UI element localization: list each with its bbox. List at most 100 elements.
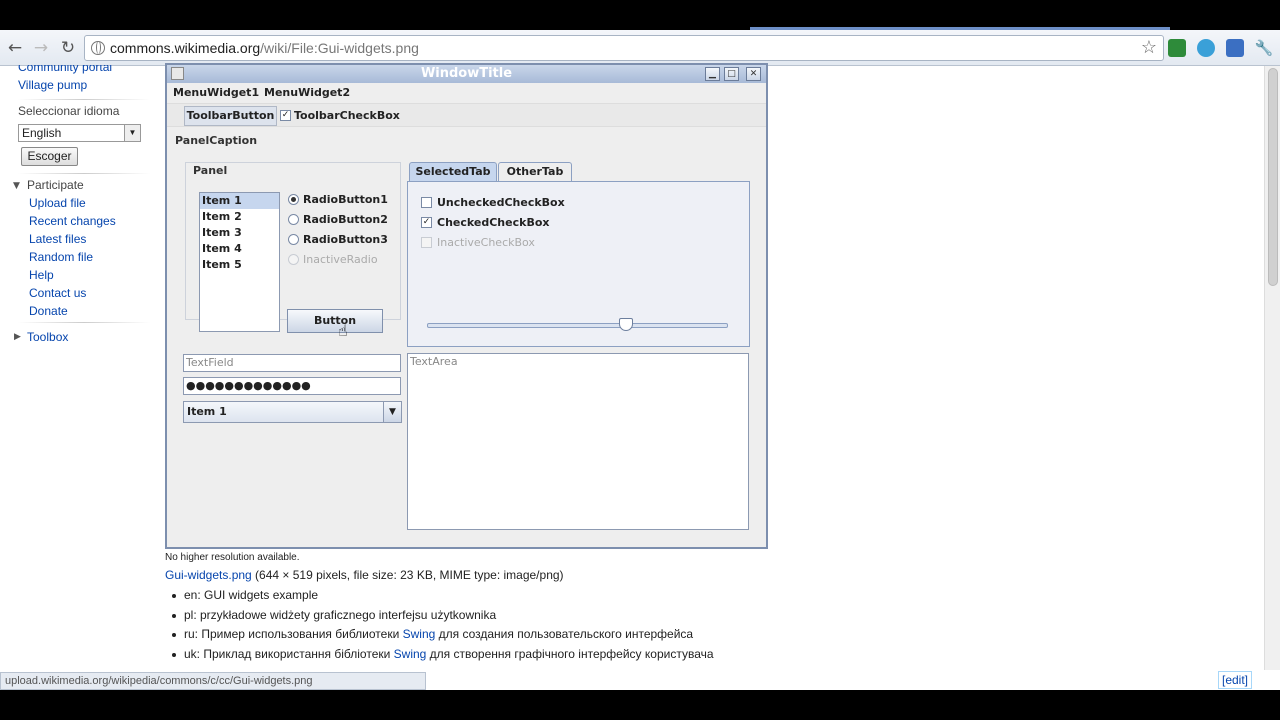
file-link[interactable]: Gui-widgets.png (165, 568, 252, 582)
swing-link[interactable]: Swing (403, 627, 436, 641)
escoger-button[interactable]: Escoger (21, 147, 78, 166)
scrollbar-thumb[interactable] (1268, 68, 1278, 286)
sidebar-link-random-file[interactable]: Random file (29, 250, 93, 264)
sidebar-divider (18, 173, 150, 174)
participate-heading[interactable]: Participate (27, 178, 84, 192)
toolbar-button: ToolbarButton (184, 106, 277, 126)
sidebar-link-latest-files[interactable]: Latest files (29, 232, 86, 246)
bottom-black-bar (0, 690, 1280, 720)
reload-icon[interactable]: ↻ (58, 38, 78, 58)
url-path: /wiki/File:Gui-widgets.png (260, 40, 419, 56)
edit-link[interactable]: [edit] (1218, 671, 1253, 689)
url-text[interactable]: commons.wikimedia.org/wiki/File:Gui-widg… (110, 40, 419, 56)
checkmark-icon: ✓ (421, 217, 432, 228)
panel-label: Panel (191, 164, 230, 177)
description-text: pl: przykładowe widżety graficznego inte… (184, 607, 497, 622)
description-text: ru: Пример использования библиотеки (184, 627, 403, 641)
hand-cursor-icon: ☝ (338, 321, 348, 340)
address-bar[interactable]: commons.wikimedia.org/wiki/File:Gui-widg… (84, 35, 1164, 61)
radio-label-1: RadioButton1 (303, 193, 388, 206)
back-arrow-icon[interactable]: ← (5, 38, 25, 58)
radio-label-2: RadioButton2 (303, 213, 388, 226)
combo-value: Item 1 (187, 405, 227, 418)
sidebar: Community portal Village pump Selecciona… (0, 65, 160, 670)
description-text: en: GUI widgets example (184, 588, 319, 602)
checkbox-disabled-icon (421, 237, 432, 248)
description-text: uk: Приклад використання бібліотеки (184, 646, 394, 661)
java-window-screenshot: WindowTitle ▁ □ ✕ MenuWidget1 MenuWidget… (165, 63, 768, 549)
description-text: для створення графічного інтерфейсу кори… (426, 646, 714, 661)
list-item: Item 4 (202, 242, 242, 255)
checkbox-label-unchecked: UncheckedCheckBox (437, 196, 565, 209)
panel-caption: PanelCaption (175, 134, 258, 147)
status-bar: upload.wikimedia.org/wikipedia/commons/c… (0, 672, 426, 690)
extension-green-icon[interactable] (1168, 39, 1186, 57)
swing-link[interactable]: Swing (394, 647, 427, 661)
window-title: WindowTitle (420, 66, 513, 81)
radio-label-inactive: InactiveRadio (303, 253, 378, 266)
radio-icon (288, 234, 299, 245)
java-button: Button (287, 309, 383, 333)
slider-track (427, 323, 728, 328)
url-host: commons.wikimedia.org (110, 40, 261, 56)
password-field: ●●●●●●●●●●●●● (183, 377, 401, 395)
sidebar-link-upload-file[interactable]: Upload file (29, 196, 86, 210)
tab-other: OtherTab (498, 162, 572, 181)
globe-icon (91, 41, 105, 55)
tab-selected: SelectedTab (409, 162, 497, 181)
file-details: (644 × 519 pixels, file size: 23 KB, MIM… (251, 568, 564, 582)
close-icon: ✕ (746, 67, 761, 81)
extension-blue-icon[interactable] (1226, 39, 1244, 57)
radio-label-3: RadioButton3 (303, 233, 388, 246)
sidebar-divider (18, 322, 150, 323)
minimize-icon: ▁ (705, 67, 720, 81)
radio-selected-icon (288, 194, 299, 205)
page-scrollbar[interactable] (1264, 66, 1280, 670)
chevron-down-icon: ▼ (124, 125, 140, 141)
checkbox-label-inactive: InactiveCheckBox (437, 236, 535, 249)
sidebar-link-contact-us[interactable]: Contact us (29, 286, 86, 300)
window-titlebar: WindowTitle ▁ □ ✕ (167, 65, 766, 83)
collapsed-triangle-icon[interactable]: ▶ (14, 332, 21, 342)
list-item: Item 5 (202, 258, 242, 271)
menu-widget-1: MenuWidget1 (173, 86, 260, 99)
sidebar-link-donate[interactable]: Donate (29, 304, 68, 318)
bookmark-star-icon[interactable]: ☆ (1141, 37, 1157, 58)
no-higher-resolution-note: No higher resolution available. (165, 552, 300, 563)
checkbox-label-checked: CheckedCheckBox (437, 216, 550, 229)
toolbar-checkbox-label: ToolbarCheckBox (294, 109, 400, 122)
combo-box: Item 1 ▼ (183, 401, 402, 423)
chevron-down-icon: ▼ (383, 402, 401, 422)
list-item: pl: przykładowe widżety graficznego inte… (165, 608, 714, 628)
toolbox-heading[interactable]: Toolbox (27, 330, 68, 344)
description-list: en: GUI widgets example pl: przykładowe … (165, 588, 714, 666)
extension-skype-icon[interactable] (1197, 39, 1215, 57)
file-line: Gui-widgets.png (644 × 519 pixels, file … (165, 568, 564, 582)
sidebar-link-recent-changes[interactable]: Recent changes (29, 214, 116, 228)
sidebar-link-help[interactable]: Help (29, 268, 54, 282)
menu-widget-2: MenuWidget2 (264, 86, 351, 99)
list-item: Item 3 (202, 226, 242, 239)
sidebar-divider (18, 99, 150, 100)
list-item: Item 1 (200, 193, 279, 209)
list-item: Item 2 (202, 210, 242, 223)
slider-thumb (618, 318, 633, 331)
forward-arrow-icon[interactable]: → (31, 38, 51, 58)
window-toolbar: ToolbarButton ✓ ToolbarCheckBox (167, 103, 766, 127)
lang-heading: Seleccionar idioma (18, 104, 120, 118)
text-area: TextArea (407, 353, 749, 530)
description-text: для создания пользовательского интерфейс… (435, 627, 694, 641)
window-menubar: MenuWidget1 MenuWidget2 (167, 83, 766, 103)
list-item: en: GUI widgets example (165, 588, 714, 608)
language-select[interactable]: English ▼ (18, 124, 141, 142)
text-field: TextField (183, 354, 401, 372)
language-select-value: English (22, 126, 62, 140)
maximize-icon: □ (724, 67, 739, 81)
list-item: ru: Пример использования библиотеки Swin… (165, 627, 714, 647)
radio-disabled-icon (288, 254, 299, 265)
expanded-triangle-icon[interactable]: ▼ (13, 181, 20, 191)
list-box: Item 1 Item 2 Item 3 Item 4 Item 5 (199, 192, 280, 332)
sidebar-link-village-pump[interactable]: Village pump (18, 78, 87, 92)
checkbox-unchecked-icon (421, 197, 432, 208)
wrench-icon[interactable]: 🔧 (1254, 38, 1274, 58)
